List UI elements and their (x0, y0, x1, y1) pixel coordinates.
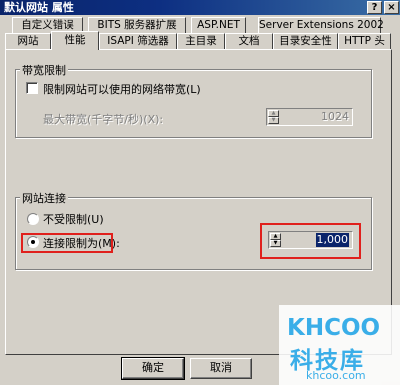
limit-connections-label: 连接限制为(M): (43, 237, 120, 250)
tab-performance[interactable]: 性能 (51, 31, 99, 50)
limit-connections-radio[interactable] (27, 236, 39, 248)
spin-up-icon[interactable]: ▲ (268, 110, 279, 117)
max-bandwidth-label: 最大带宽(千字节/秒)(X): (43, 113, 164, 126)
tab-website[interactable]: 网站 (5, 33, 51, 50)
watermark-logo: KHCOO (287, 315, 380, 340)
cancel-button[interactable]: 取消 (190, 358, 252, 379)
svg-text:KHCOO: KHCOO (287, 315, 380, 340)
unlimited-label: 不受限制(U) (43, 213, 104, 226)
tab-aspnet[interactable]: ASP.NET (191, 17, 246, 34)
ok-button[interactable]: 确定 (121, 357, 185, 380)
max-bandwidth-value: 1024 (321, 110, 349, 123)
tab-bits-extensions[interactable]: BITS 服务器扩展 (88, 17, 186, 34)
bandwidth-group (15, 69, 372, 138)
close-icon: × (387, 2, 396, 13)
limit-bandwidth-checkbox[interactable] (26, 82, 38, 94)
tab-home-directory[interactable]: 主目录 (177, 33, 225, 50)
connections-group-title: 网站连接 (20, 190, 68, 206)
spin-up-icon[interactable]: ▲ (270, 233, 281, 240)
watermark-url: khcoo.com (306, 369, 366, 382)
spin-down-icon[interactable]: ▼ (268, 117, 279, 124)
close-button[interactable]: × (384, 1, 399, 14)
radio-selected-dot (31, 240, 35, 244)
bandwidth-group-title: 带宽限制 (20, 62, 68, 78)
max-bandwidth-spinner[interactable]: ▲ ▼ 1024 (266, 108, 353, 126)
window-title: 默认网站 属性 (4, 1, 74, 14)
limit-bandwidth-label: 限制网站可以使用的网络带宽(L) (43, 83, 201, 96)
help-button[interactable]: ? (367, 1, 382, 14)
tab-documents[interactable]: 文档 (225, 33, 273, 50)
tab-http-headers[interactable]: HTTP 头 (338, 33, 391, 50)
tab-directory-security[interactable]: 目录安全性 (273, 33, 338, 50)
spin-down-icon[interactable]: ▼ (270, 240, 281, 247)
tab-isapi-filters[interactable]: ISAPI 筛选器 (99, 33, 177, 50)
unlimited-radio[interactable] (27, 213, 39, 225)
connection-limit-value[interactable]: 1,000 (315, 233, 349, 247)
tab-server-extensions[interactable]: Server Extensions 2002 (258, 17, 384, 34)
connection-limit-spinner[interactable]: ▲ ▼ 1,000 (268, 231, 353, 249)
